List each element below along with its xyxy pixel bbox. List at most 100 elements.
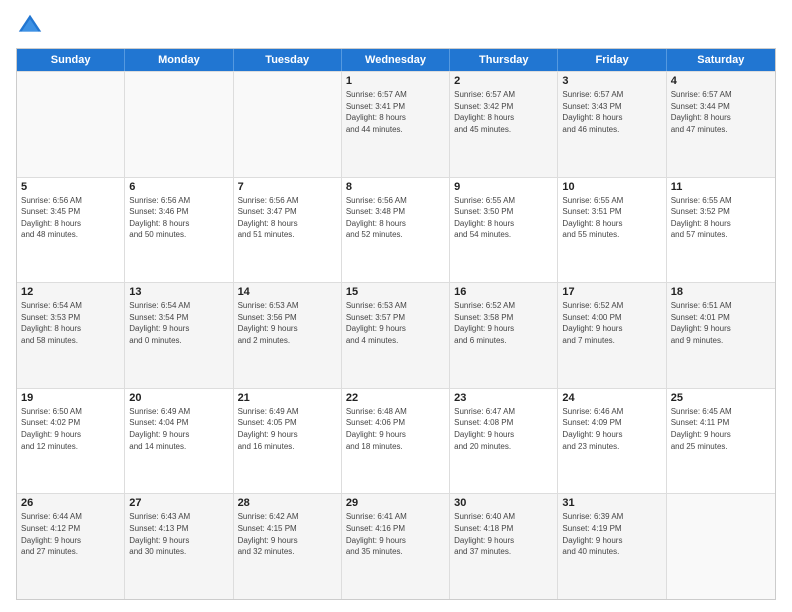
weekday-header: Sunday xyxy=(17,49,125,71)
calendar: SundayMondayTuesdayWednesdayThursdayFrid… xyxy=(16,48,776,600)
day-info: Sunrise: 6:56 AM Sunset: 3:45 PM Dayligh… xyxy=(21,195,120,241)
calendar-cell: 25 Sunrise: 6:45 AM Sunset: 4:11 PM Dayli… xyxy=(667,389,775,494)
day-number: 4 xyxy=(671,75,771,87)
day-info: Sunrise: 6:57 AM Sunset: 3:44 PM Dayligh… xyxy=(671,89,771,135)
calendar-cell: 9Sunrise: 6:55 AM Sunset: 3:50 PM Daylig… xyxy=(450,178,558,283)
day-info: Sunrise: 6:46 AM Sunset: 4:09 PM Dayligh… xyxy=(562,406,661,452)
calendar-cell: 10 Sunrise: 6:55 AM Sunset: 3:51 PM Dayli… xyxy=(558,178,666,283)
calendar-cell: 6Sunrise: 6:56 AM Sunset: 3:46 PM Daylig… xyxy=(125,178,233,283)
calendar-cell: 26Sunrise: 6:44 AM Sunset: 4:12 PM Dayli… xyxy=(17,494,125,599)
day-info: Sunrise: 6:41 AM Sunset: 4:16 PM Dayligh… xyxy=(346,511,445,557)
day-number: 17 xyxy=(562,286,661,298)
day-number: 3 xyxy=(562,75,661,87)
calendar-cell: 13 Sunrise: 6:54 AM Sunset: 3:54 PM Dayli… xyxy=(125,283,233,388)
day-number: 29 xyxy=(346,497,445,509)
day-info: Sunrise: 6:51 AM Sunset: 4:01 PM Dayligh… xyxy=(671,300,771,346)
day-info: Sunrise: 6:54 AM Sunset: 3:53 PM Dayligh… xyxy=(21,300,120,346)
calendar-cell: 7Sunrise: 6:56 AM Sunset: 3:47 PM Daylig… xyxy=(234,178,342,283)
day-number: 31 xyxy=(562,497,661,509)
page: SundayMondayTuesdayWednesdayThursdayFrid… xyxy=(0,0,792,612)
day-info: Sunrise: 6:57 AM Sunset: 3:43 PM Dayligh… xyxy=(562,89,661,135)
weekday-header: Thursday xyxy=(450,49,558,71)
day-info: Sunrise: 6:53 AM Sunset: 3:57 PM Dayligh… xyxy=(346,300,445,346)
calendar-cell: 28 Sunrise: 6:42 AM Sunset: 4:15 PM Dayli… xyxy=(234,494,342,599)
calendar-cell: 8 Sunrise: 6:56 AM Sunset: 3:48 PM Daylig… xyxy=(342,178,450,283)
calendar-cell: 20 Sunrise: 6:49 AM Sunset: 4:04 PM Dayli… xyxy=(125,389,233,494)
day-number: 19 xyxy=(21,392,120,404)
weekday-header: Friday xyxy=(558,49,666,71)
calendar-cell xyxy=(125,72,233,177)
calendar-cell: 29 Sunrise: 6:41 AM Sunset: 4:16 PM Dayli… xyxy=(342,494,450,599)
calendar-cell xyxy=(234,72,342,177)
day-number: 25 xyxy=(671,392,771,404)
header xyxy=(16,12,776,40)
day-info: Sunrise: 6:47 AM Sunset: 4:08 PM Dayligh… xyxy=(454,406,553,452)
day-number: 27 xyxy=(129,497,228,509)
day-number: 5 xyxy=(21,181,120,193)
weekday-header: Monday xyxy=(125,49,233,71)
day-info: Sunrise: 6:55 AM Sunset: 3:50 PM Dayligh… xyxy=(454,195,553,241)
calendar-cell: 21Sunrise: 6:49 AM Sunset: 4:05 PM Dayli… xyxy=(234,389,342,494)
calendar-row: 1 Sunrise: 6:57 AM Sunset: 3:41 PM Daylig… xyxy=(17,71,775,177)
day-info: Sunrise: 6:50 AM Sunset: 4:02 PM Dayligh… xyxy=(21,406,120,452)
calendar-cell: 17Sunrise: 6:52 AM Sunset: 4:00 PM Dayli… xyxy=(558,283,666,388)
calendar-cell: 3 Sunrise: 6:57 AM Sunset: 3:43 PM Daylig… xyxy=(558,72,666,177)
day-number: 24 xyxy=(562,392,661,404)
day-info: Sunrise: 6:40 AM Sunset: 4:18 PM Dayligh… xyxy=(454,511,553,557)
day-info: Sunrise: 6:57 AM Sunset: 3:41 PM Dayligh… xyxy=(346,89,445,135)
day-info: Sunrise: 6:44 AM Sunset: 4:12 PM Dayligh… xyxy=(21,511,120,557)
calendar-row: 5 Sunrise: 6:56 AM Sunset: 3:45 PM Daylig… xyxy=(17,177,775,283)
weekday-header: Tuesday xyxy=(234,49,342,71)
day-number: 16 xyxy=(454,286,553,298)
calendar-cell: 1 Sunrise: 6:57 AM Sunset: 3:41 PM Daylig… xyxy=(342,72,450,177)
calendar-cell: 2 Sunrise: 6:57 AM Sunset: 3:42 PM Daylig… xyxy=(450,72,558,177)
day-number: 7 xyxy=(238,181,337,193)
calendar-cell: 27 Sunrise: 6:43 AM Sunset: 4:13 PM Dayli… xyxy=(125,494,233,599)
day-info: Sunrise: 6:54 AM Sunset: 3:54 PM Dayligh… xyxy=(129,300,228,346)
calendar-cell: 24 Sunrise: 6:46 AM Sunset: 4:09 PM Dayli… xyxy=(558,389,666,494)
day-number: 13 xyxy=(129,286,228,298)
day-number: 12 xyxy=(21,286,120,298)
calendar-cell: 16 Sunrise: 6:52 AM Sunset: 3:58 PM Dayli… xyxy=(450,283,558,388)
calendar-cell: 22 Sunrise: 6:48 AM Sunset: 4:06 PM Dayli… xyxy=(342,389,450,494)
calendar-cell: 18 Sunrise: 6:51 AM Sunset: 4:01 PM Dayli… xyxy=(667,283,775,388)
calendar-cell: 30 Sunrise: 6:40 AM Sunset: 4:18 PM Dayli… xyxy=(450,494,558,599)
calendar-cell: 4 Sunrise: 6:57 AM Sunset: 3:44 PM Daylig… xyxy=(667,72,775,177)
day-number: 10 xyxy=(562,181,661,193)
day-info: Sunrise: 6:55 AM Sunset: 3:51 PM Dayligh… xyxy=(562,195,661,241)
calendar-cell xyxy=(17,72,125,177)
day-info: Sunrise: 6:49 AM Sunset: 4:04 PM Dayligh… xyxy=(129,406,228,452)
calendar-cell: 11Sunrise: 6:55 AM Sunset: 3:52 PM Dayli… xyxy=(667,178,775,283)
day-number: 22 xyxy=(346,392,445,404)
day-number: 20 xyxy=(129,392,228,404)
day-info: Sunrise: 6:53 AM Sunset: 3:56 PM Dayligh… xyxy=(238,300,337,346)
day-number: 15 xyxy=(346,286,445,298)
calendar-cell: 5 Sunrise: 6:56 AM Sunset: 3:45 PM Daylig… xyxy=(17,178,125,283)
day-info: Sunrise: 6:48 AM Sunset: 4:06 PM Dayligh… xyxy=(346,406,445,452)
calendar-cell: 15 Sunrise: 6:53 AM Sunset: 3:57 PM Dayli… xyxy=(342,283,450,388)
day-info: Sunrise: 6:45 AM Sunset: 4:11 PM Dayligh… xyxy=(671,406,771,452)
day-number: 28 xyxy=(238,497,337,509)
day-info: Sunrise: 6:43 AM Sunset: 4:13 PM Dayligh… xyxy=(129,511,228,557)
weekday-header: Wednesday xyxy=(342,49,450,71)
day-info: Sunrise: 6:56 AM Sunset: 3:46 PM Dayligh… xyxy=(129,195,228,241)
day-info: Sunrise: 6:52 AM Sunset: 3:58 PM Dayligh… xyxy=(454,300,553,346)
day-number: 2 xyxy=(454,75,553,87)
day-info: Sunrise: 6:55 AM Sunset: 3:52 PM Dayligh… xyxy=(671,195,771,241)
weekday-header: Saturday xyxy=(667,49,775,71)
day-number: 1 xyxy=(346,75,445,87)
day-info: Sunrise: 6:49 AM Sunset: 4:05 PM Dayligh… xyxy=(238,406,337,452)
day-number: 8 xyxy=(346,181,445,193)
day-number: 30 xyxy=(454,497,553,509)
day-number: 14 xyxy=(238,286,337,298)
day-number: 18 xyxy=(671,286,771,298)
day-info: Sunrise: 6:42 AM Sunset: 4:15 PM Dayligh… xyxy=(238,511,337,557)
day-info: Sunrise: 6:57 AM Sunset: 3:42 PM Dayligh… xyxy=(454,89,553,135)
calendar-cell xyxy=(667,494,775,599)
calendar-row: 12 Sunrise: 6:54 AM Sunset: 3:53 PM Dayli… xyxy=(17,282,775,388)
calendar-row: 19 Sunrise: 6:50 AM Sunset: 4:02 PM Dayli… xyxy=(17,388,775,494)
calendar-cell: 19 Sunrise: 6:50 AM Sunset: 4:02 PM Dayli… xyxy=(17,389,125,494)
day-info: Sunrise: 6:56 AM Sunset: 3:48 PM Dayligh… xyxy=(346,195,445,241)
day-number: 23 xyxy=(454,392,553,404)
calendar-row: 26Sunrise: 6:44 AM Sunset: 4:12 PM Dayli… xyxy=(17,493,775,599)
